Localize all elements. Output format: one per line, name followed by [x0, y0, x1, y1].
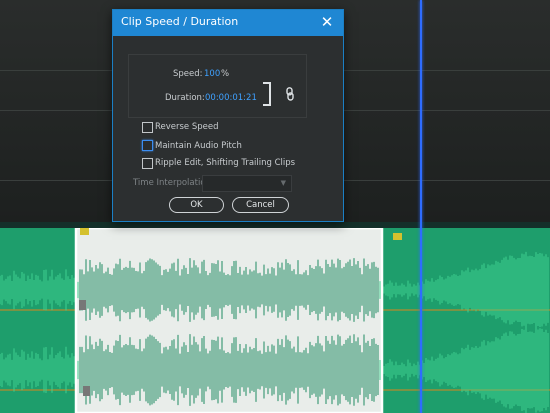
ripple-edit-label: Ripple Edit, Shifting Trailing Clips: [155, 158, 296, 168]
dialog-titlebar[interactable]: Clip Speed / Duration ✕: [113, 10, 343, 36]
clip-speed-duration-dialog: Clip Speed / Duration ✕ Speed: 100 % Dur…: [112, 9, 344, 222]
close-icon[interactable]: ✕: [318, 12, 336, 32]
time-interpolation-select[interactable]: ▼: [202, 175, 292, 192]
speed-unit: %: [221, 69, 230, 79]
maintain-audio-pitch-checkbox[interactable]: [142, 140, 153, 151]
reverse-speed-checkbox[interactable]: [142, 122, 153, 133]
speed-duration-panel: [128, 54, 307, 118]
reverse-speed-label: Reverse Speed: [155, 122, 219, 132]
speed-label: Speed:: [173, 69, 203, 79]
maintain-audio-pitch-label: Maintain Audio Pitch: [155, 141, 242, 151]
clip-marker-icon: [79, 300, 86, 310]
duration-label: Duration:: [165, 93, 205, 103]
fx-badge-icon[interactable]: [393, 233, 402, 240]
chevron-down-icon: ▼: [280, 179, 286, 187]
dialog-title: Clip Speed / Duration: [121, 15, 239, 28]
cancel-button[interactable]: Cancel: [232, 197, 289, 213]
playhead-line[interactable]: [420, 0, 422, 413]
link-bracket: [263, 82, 271, 106]
ok-button[interactable]: OK: [169, 197, 224, 213]
audio-waveform[interactable]: [0, 228, 550, 413]
clip-marker-icon: [83, 386, 90, 396]
ripple-edit-checkbox[interactable]: [142, 158, 153, 169]
duration-value-field[interactable]: 00:00:01:21: [205, 93, 257, 103]
chain-link-icon[interactable]: [285, 87, 295, 101]
speed-value-field[interactable]: 100: [204, 69, 220, 79]
fx-badge-icon[interactable]: [80, 228, 89, 235]
